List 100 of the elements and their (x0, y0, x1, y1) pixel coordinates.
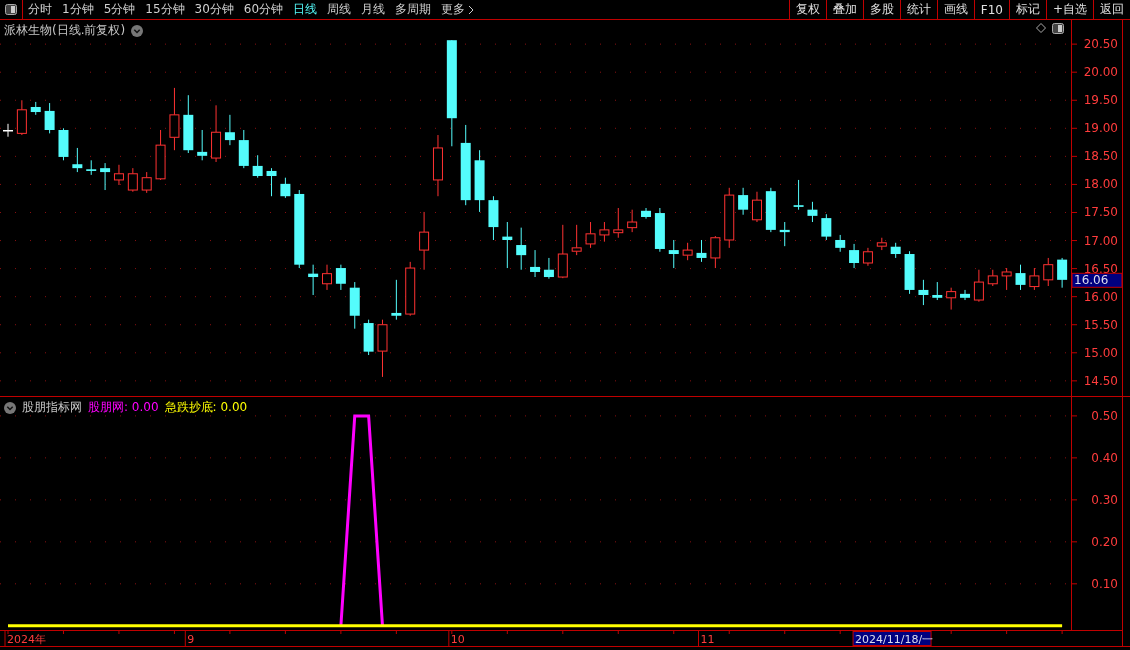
value-axis-label: 0.50 (1091, 408, 1118, 423)
candlestick (488, 195, 499, 241)
candlestick (127, 167, 138, 193)
candlestick (849, 243, 860, 269)
candlestick (543, 257, 554, 280)
candlestick (987, 269, 998, 287)
candlestick (904, 250, 915, 295)
diamond-icon[interactable] (1036, 23, 1046, 33)
indicator-readout: 急跌抄底: 0.00 (164, 399, 248, 416)
candlestick (599, 221, 610, 243)
candlestick (322, 264, 332, 291)
value-axis-label: 0.10 (1091, 576, 1118, 591)
candlestick (696, 239, 707, 263)
date-axis-label: 11 (700, 633, 715, 646)
candlestick (765, 187, 776, 233)
candlestick (183, 94, 194, 154)
candlestick (724, 187, 735, 249)
candlestick (349, 281, 360, 330)
candlestick (252, 154, 263, 179)
candlestick (224, 114, 235, 146)
candlestick (641, 207, 651, 220)
price-axis-label: 16.00 (1083, 289, 1118, 304)
date-axis-label: 2024年 (7, 633, 46, 646)
candlestick (1015, 264, 1026, 291)
price-axis-label: 17.00 (1083, 233, 1118, 248)
candlestick (530, 249, 541, 278)
candlestick (585, 221, 596, 249)
candlestick (960, 289, 971, 301)
candlestick (627, 209, 638, 233)
cursor-date-label: 2024/11/18/一 (852, 631, 934, 646)
period-tab[interactable]: 60分钟 (238, 0, 289, 19)
candlestick (58, 127, 69, 161)
price-axis-label: 18.00 (1083, 177, 1118, 192)
period-tab[interactable]: 30分钟 (189, 0, 239, 19)
candlestick (862, 247, 873, 267)
chevron-down-icon[interactable] (4, 401, 16, 414)
candlestick (280, 177, 291, 199)
price-axis-label: 15.00 (1083, 345, 1118, 360)
candlestick (557, 224, 568, 279)
price-axis-label: 19.00 (1083, 121, 1118, 136)
candlestick (654, 207, 665, 253)
candlestick (169, 87, 180, 151)
candlestick (918, 279, 929, 306)
candlestick (668, 239, 679, 269)
date-axis-label: 10 (450, 633, 465, 646)
value-axis-label: 0.20 (1091, 534, 1118, 549)
candlestick (391, 279, 402, 321)
candlestick (793, 179, 804, 211)
candlestick (1029, 267, 1040, 291)
candlestick (44, 102, 55, 134)
value-axis-label: 0.40 (1091, 450, 1118, 465)
candlestick (516, 227, 527, 271)
candlestick (419, 211, 430, 271)
period-tab[interactable]: 日线 (288, 0, 323, 19)
candlestick (710, 235, 721, 269)
period-tab[interactable]: 分时 (23, 0, 57, 19)
candlestick (807, 201, 818, 223)
price-axis-label: 14.50 (1083, 373, 1118, 388)
candlestick (30, 101, 41, 116)
candlestick (502, 221, 513, 269)
period-tab[interactable]: 更多 (436, 0, 480, 19)
candlestick (113, 164, 124, 186)
candlestick (377, 319, 388, 378)
candlestick (613, 207, 624, 239)
period-tab[interactable]: 月线 (356, 0, 391, 19)
price-axis-label: 20.00 (1083, 65, 1118, 80)
candlestick (835, 234, 846, 253)
period-tab[interactable]: 周线 (322, 0, 357, 19)
current-price-label: 16.06 (1071, 272, 1122, 288)
candlestick (308, 264, 319, 296)
panel-toggle-icon[interactable] (5, 4, 17, 15)
price-axis-label: 17.50 (1083, 205, 1118, 220)
chevron-right-icon (468, 4, 475, 15)
panel-icon[interactable] (1052, 23, 1064, 34)
period-tab[interactable]: 15分钟 (140, 0, 190, 19)
value-axis-label: 0.30 (1091, 492, 1118, 507)
chevron-down-icon[interactable] (131, 24, 144, 37)
candlestick (876, 237, 887, 251)
period-tab[interactable]: 多周期 (390, 0, 437, 19)
candlestick (779, 221, 790, 247)
candlestick (16, 99, 27, 136)
candlestick (405, 261, 416, 317)
candlestick (3, 123, 13, 138)
candlestick (266, 167, 277, 197)
candlestick (238, 129, 249, 169)
chart-title: 派林生物(日线.前复权) (4, 22, 126, 39)
candlestick (571, 224, 582, 256)
candlestick (335, 264, 346, 291)
candlestick (432, 134, 443, 197)
candlestick (738, 187, 749, 216)
indicator-readout: 股朋网: 0.00 (88, 399, 159, 416)
candlestick (141, 171, 152, 194)
candlestick (1057, 257, 1068, 289)
period-tab[interactable]: 5分钟 (98, 0, 141, 19)
candlestick (363, 319, 374, 356)
period-tab[interactable]: 1分钟 (57, 0, 99, 19)
candlestick (1043, 257, 1054, 287)
candlestick (155, 129, 166, 181)
candlestick (86, 159, 97, 176)
candlestick (72, 147, 83, 173)
